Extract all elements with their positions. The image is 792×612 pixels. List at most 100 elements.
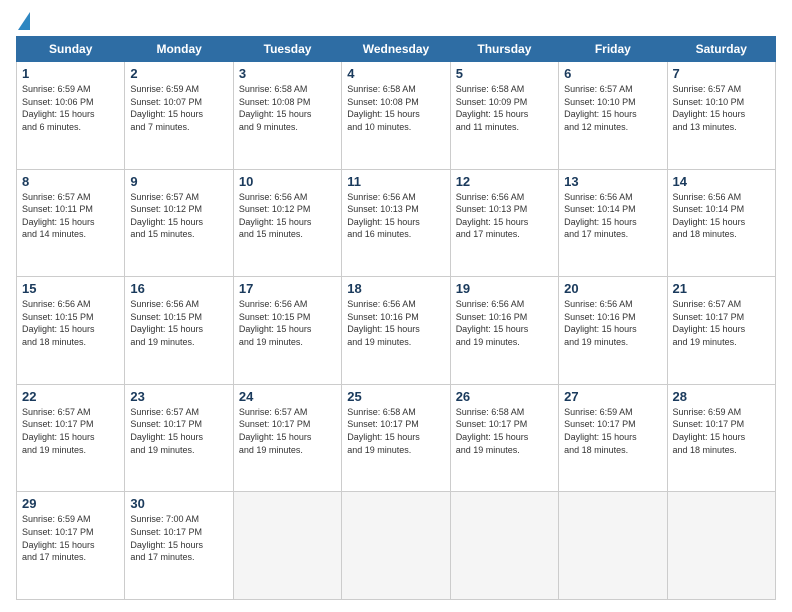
day-number: 22 bbox=[22, 389, 119, 404]
calendar-cell: 16 Sunrise: 6:56 AMSunset: 10:15 PMDaylig… bbox=[125, 277, 233, 385]
day-info: Sunrise: 6:56 AMSunset: 10:13 PMDaylight… bbox=[456, 192, 529, 240]
calendar-week-row: 29 Sunrise: 6:59 AMSunset: 10:17 PMDaylig… bbox=[17, 492, 776, 600]
day-of-week-header: Saturday bbox=[667, 37, 775, 62]
calendar-cell: 30 Sunrise: 7:00 AMSunset: 10:17 PMDaylig… bbox=[125, 492, 233, 600]
day-info: Sunrise: 6:56 AMSunset: 10:14 PMDaylight… bbox=[673, 192, 746, 240]
day-info: Sunrise: 7:00 AMSunset: 10:17 PMDaylight… bbox=[130, 514, 203, 562]
day-info: Sunrise: 6:59 AMSunset: 10:17 PMDaylight… bbox=[673, 407, 746, 455]
calendar-cell: 28 Sunrise: 6:59 AMSunset: 10:17 PMDaylig… bbox=[667, 384, 775, 492]
day-info: Sunrise: 6:59 AMSunset: 10:07 PMDaylight… bbox=[130, 84, 203, 132]
calendar-cell: 13 Sunrise: 6:56 AMSunset: 10:14 PMDaylig… bbox=[559, 169, 667, 277]
day-number: 5 bbox=[456, 66, 553, 81]
calendar-cell: 4 Sunrise: 6:58 AMSunset: 10:08 PMDayligh… bbox=[342, 62, 450, 170]
day-number: 9 bbox=[130, 174, 227, 189]
calendar-week-row: 15Sunrise: 6:56 AMSunset: 10:15 PMDaylig… bbox=[17, 277, 776, 385]
day-number: 16 bbox=[130, 281, 227, 296]
calendar-cell: 22Sunrise: 6:57 AMSunset: 10:17 PMDaylig… bbox=[17, 384, 125, 492]
logo bbox=[16, 12, 30, 28]
day-number: 30 bbox=[130, 496, 227, 511]
day-number: 14 bbox=[673, 174, 770, 189]
day-number: 7 bbox=[673, 66, 770, 81]
calendar-cell: 26Sunrise: 6:58 AMSunset: 10:17 PMDaylig… bbox=[450, 384, 558, 492]
calendar-table: SundayMondayTuesdayWednesdayThursdayFrid… bbox=[16, 36, 776, 600]
day-info: Sunrise: 6:57 AMSunset: 10:17 PMDaylight… bbox=[130, 407, 203, 455]
calendar-cell bbox=[450, 492, 558, 600]
calendar-week-row: 1 Sunrise: 6:59 AMSunset: 10:06 PMDayligh… bbox=[17, 62, 776, 170]
day-number: 28 bbox=[673, 389, 770, 404]
calendar-week-row: 8 Sunrise: 6:57 AMSunset: 10:11 PMDayligh… bbox=[17, 169, 776, 277]
day-number: 13 bbox=[564, 174, 661, 189]
day-number: 6 bbox=[564, 66, 661, 81]
day-number: 3 bbox=[239, 66, 336, 81]
day-of-week-header: Friday bbox=[559, 37, 667, 62]
calendar-cell bbox=[667, 492, 775, 600]
day-info: Sunrise: 6:58 AMSunset: 10:17 PMDaylight… bbox=[347, 407, 420, 455]
calendar-cell bbox=[233, 492, 341, 600]
calendar-cell: 19Sunrise: 6:56 AMSunset: 10:16 PMDaylig… bbox=[450, 277, 558, 385]
day-info: Sunrise: 6:58 AMSunset: 10:09 PMDaylight… bbox=[456, 84, 529, 132]
calendar-cell: 25 Sunrise: 6:58 AMSunset: 10:17 PMDaylig… bbox=[342, 384, 450, 492]
day-of-week-header: Wednesday bbox=[342, 37, 450, 62]
logo-arrow-icon bbox=[18, 12, 30, 30]
day-info: Sunrise: 6:57 AMSunset: 10:10 PMDaylight… bbox=[673, 84, 746, 132]
calendar-cell: 10 Sunrise: 6:56 AMSunset: 10:12 PMDaylig… bbox=[233, 169, 341, 277]
day-info: Sunrise: 6:56 AMSunset: 10:14 PMDaylight… bbox=[564, 192, 637, 240]
calendar-cell: 11Sunrise: 6:56 AMSunset: 10:13 PMDaylig… bbox=[342, 169, 450, 277]
day-of-week-header: Thursday bbox=[450, 37, 558, 62]
day-number: 19 bbox=[456, 281, 553, 296]
calendar-cell: 3 Sunrise: 6:58 AMSunset: 10:08 PMDayligh… bbox=[233, 62, 341, 170]
day-number: 29 bbox=[22, 496, 119, 511]
day-number: 23 bbox=[130, 389, 227, 404]
calendar-cell bbox=[342, 492, 450, 600]
day-info: Sunrise: 6:56 AMSunset: 10:15 PMDaylight… bbox=[22, 299, 95, 347]
calendar-cell bbox=[559, 492, 667, 600]
day-number: 17 bbox=[239, 281, 336, 296]
page: SundayMondayTuesdayWednesdayThursdayFrid… bbox=[0, 0, 792, 612]
day-info: Sunrise: 6:57 AMSunset: 10:12 PMDaylight… bbox=[130, 192, 203, 240]
day-number: 12 bbox=[456, 174, 553, 189]
calendar-cell: 15Sunrise: 6:56 AMSunset: 10:15 PMDaylig… bbox=[17, 277, 125, 385]
calendar-cell: 6 Sunrise: 6:57 AMSunset: 10:10 PMDayligh… bbox=[559, 62, 667, 170]
day-info: Sunrise: 6:57 AMSunset: 10:10 PMDaylight… bbox=[564, 84, 637, 132]
day-info: Sunrise: 6:56 AMSunset: 10:15 PMDaylight… bbox=[239, 299, 312, 347]
day-info: Sunrise: 6:58 AMSunset: 10:08 PMDaylight… bbox=[239, 84, 312, 132]
day-of-week-header: Sunday bbox=[17, 37, 125, 62]
calendar-cell: 9 Sunrise: 6:57 AMSunset: 10:12 PMDayligh… bbox=[125, 169, 233, 277]
day-number: 26 bbox=[456, 389, 553, 404]
day-number: 27 bbox=[564, 389, 661, 404]
calendar-cell: 24 Sunrise: 6:57 AMSunset: 10:17 PMDaylig… bbox=[233, 384, 341, 492]
calendar-cell: 1 Sunrise: 6:59 AMSunset: 10:06 PMDayligh… bbox=[17, 62, 125, 170]
day-number: 1 bbox=[22, 66, 119, 81]
calendar-cell: 14 Sunrise: 6:56 AMSunset: 10:14 PMDaylig… bbox=[667, 169, 775, 277]
calendar-cell: 18 Sunrise: 6:56 AMSunset: 10:16 PMDaylig… bbox=[342, 277, 450, 385]
day-number: 4 bbox=[347, 66, 444, 81]
day-number: 8 bbox=[22, 174, 119, 189]
day-info: Sunrise: 6:59 AMSunset: 10:06 PMDaylight… bbox=[22, 84, 95, 132]
day-info: Sunrise: 6:56 AMSunset: 10:16 PMDaylight… bbox=[347, 299, 420, 347]
day-number: 25 bbox=[347, 389, 444, 404]
calendar-cell: 12 Sunrise: 6:56 AMSunset: 10:13 PMDaylig… bbox=[450, 169, 558, 277]
day-info: Sunrise: 6:57 AMSunset: 10:17 PMDaylight… bbox=[239, 407, 312, 455]
calendar-cell: 20Sunrise: 6:56 AMSunset: 10:16 PMDaylig… bbox=[559, 277, 667, 385]
calendar-cell: 23 Sunrise: 6:57 AMSunset: 10:17 PMDaylig… bbox=[125, 384, 233, 492]
day-info: Sunrise: 6:56 AMSunset: 10:15 PMDaylight… bbox=[130, 299, 203, 347]
header bbox=[16, 12, 776, 28]
day-info: Sunrise: 6:59 AMSunset: 10:17 PMDaylight… bbox=[22, 514, 95, 562]
calendar-cell: 17 Sunrise: 6:56 AMSunset: 10:15 PMDaylig… bbox=[233, 277, 341, 385]
calendar-cell: 21Sunrise: 6:57 AMSunset: 10:17 PMDaylig… bbox=[667, 277, 775, 385]
calendar-cell: 7 Sunrise: 6:57 AMSunset: 10:10 PMDayligh… bbox=[667, 62, 775, 170]
day-number: 18 bbox=[347, 281, 444, 296]
calendar-cell: 27Sunrise: 6:59 AMSunset: 10:17 PMDaylig… bbox=[559, 384, 667, 492]
calendar-cell: 5 Sunrise: 6:58 AMSunset: 10:09 PMDayligh… bbox=[450, 62, 558, 170]
day-info: Sunrise: 6:58 AMSunset: 10:08 PMDaylight… bbox=[347, 84, 420, 132]
day-number: 24 bbox=[239, 389, 336, 404]
calendar-cell: 29 Sunrise: 6:59 AMSunset: 10:17 PMDaylig… bbox=[17, 492, 125, 600]
day-of-week-header: Monday bbox=[125, 37, 233, 62]
day-of-week-header: Tuesday bbox=[233, 37, 341, 62]
day-info: Sunrise: 6:56 AMSunset: 10:12 PMDaylight… bbox=[239, 192, 312, 240]
day-number: 11 bbox=[347, 174, 444, 189]
calendar-header-row: SundayMondayTuesdayWednesdayThursdayFrid… bbox=[17, 37, 776, 62]
day-number: 10 bbox=[239, 174, 336, 189]
day-info: Sunrise: 6:57 AMSunset: 10:17 PMDaylight… bbox=[673, 299, 746, 347]
day-info: Sunrise: 6:57 AMSunset: 10:11 PMDaylight… bbox=[22, 192, 95, 240]
